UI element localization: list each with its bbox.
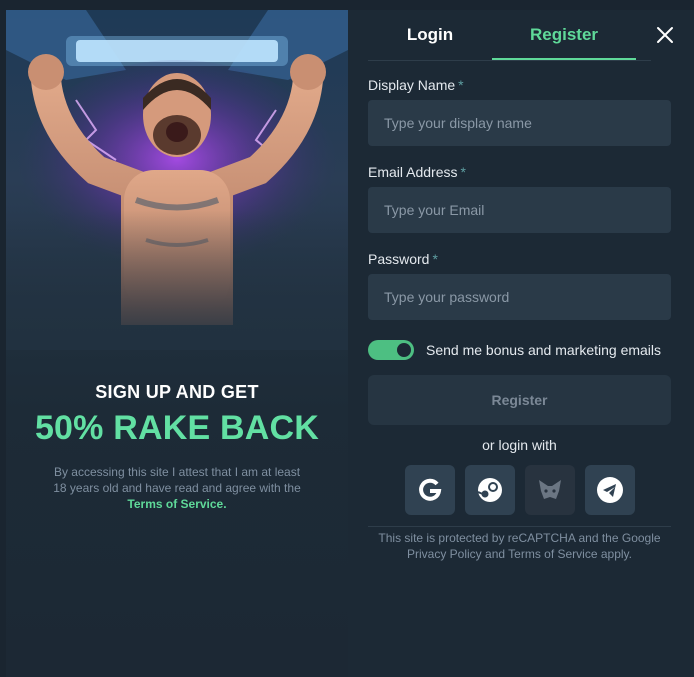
- email-label: Email Address *: [368, 164, 466, 180]
- age-disclaimer-text: By accessing this site I attest that I a…: [53, 465, 301, 495]
- promo-headline-line1: SIGN UP AND GET: [95, 382, 259, 402]
- password-label: Password *: [368, 251, 438, 267]
- steam-login-button[interactable]: [465, 465, 515, 515]
- steam-icon: [477, 478, 502, 502]
- telegram-login-button[interactable]: [585, 465, 635, 515]
- promo-text: SIGN UP AND GET 50% RAKE BACK By accessi…: [6, 382, 348, 512]
- promo-panel: SIGN UP AND GET 50% RAKE BACK By accessi…: [6, 10, 348, 677]
- marketing-emails-toggle[interactable]: [368, 340, 414, 360]
- close-button[interactable]: [654, 24, 676, 46]
- tab-login[interactable]: Login: [368, 10, 492, 60]
- required-mark: *: [432, 251, 438, 267]
- divider: [368, 526, 671, 527]
- telegram-icon: [597, 477, 623, 503]
- display-name-label: Display Name *: [368, 77, 464, 93]
- auth-tabs: Login Register: [368, 10, 651, 61]
- display-name-label-text: Display Name: [368, 77, 456, 93]
- age-disclaimer: By accessing this site I attest that I a…: [52, 464, 302, 512]
- password-label-text: Password: [368, 251, 430, 267]
- required-mark: *: [460, 164, 466, 180]
- social-login-heading: or login with: [482, 437, 557, 453]
- promo-fighter-image: [6, 10, 348, 350]
- terms-of-service-link[interactable]: Terms of Service.: [127, 497, 226, 511]
- register-submit-button[interactable]: Register: [368, 375, 671, 425]
- recaptcha-notice: This site is protected by reCAPTCHA and …: [378, 531, 661, 561]
- metamask-icon: [539, 480, 561, 499]
- register-modal: SIGN UP AND GET 50% RAKE BACK By accessi…: [6, 10, 694, 677]
- promo-headline-line2: 50% RAKE BACK: [34, 409, 320, 447]
- email-label-text: Email Address: [368, 164, 458, 180]
- password-input[interactable]: [368, 274, 671, 320]
- google-login-button[interactable]: [405, 465, 455, 515]
- google-icon: [419, 478, 442, 501]
- register-form-panel: Login Register Display Name* Email Addre…: [348, 10, 694, 677]
- display-name-input[interactable]: [368, 100, 671, 146]
- email-input[interactable]: [368, 187, 671, 233]
- close-icon: [657, 27, 673, 43]
- required-mark: *: [458, 77, 464, 93]
- marketing-emails-label: Send me bonus and marketing emails: [426, 342, 662, 358]
- metamask-login-button[interactable]: [525, 465, 575, 515]
- tab-register[interactable]: Register: [492, 10, 636, 60]
